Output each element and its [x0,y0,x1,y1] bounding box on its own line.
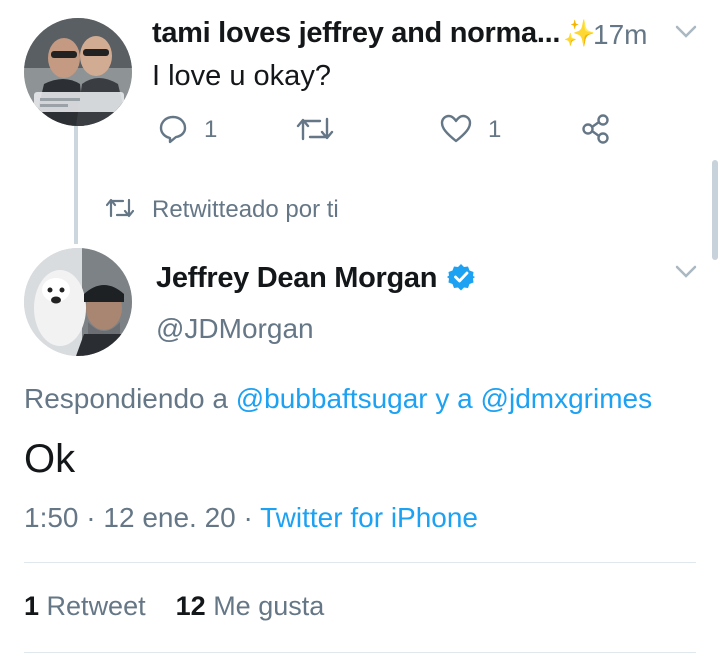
tweet-meta: 1:50 · 12 ene. 20 · Twitter for iPhone [24,502,478,534]
retweet-icon [105,196,135,225]
retweets-stat[interactable]: 1 Retweet [24,591,146,621]
retweets-label: Retweet [46,591,146,621]
heart-icon [440,114,472,149]
share-icon [580,114,610,149]
like-count: 1 [488,116,502,143]
tweet-time: 1:50 [24,502,79,533]
reply-joiner: y a [435,383,473,414]
reply-icon [158,114,188,149]
reply-count: 1 [204,116,218,143]
meta-separator: · [86,502,96,533]
scrollbar[interactable] [712,160,718,260]
likes-stat[interactable]: 12 Me gusta [176,591,325,621]
tweet-source-link[interactable]: Twitter for iPhone [260,502,478,533]
likes-count: 12 [175,591,206,621]
previous-tweet-text: I love u okay? [152,60,331,92]
previous-tweet-time: 17m [593,19,648,50]
avatar[interactable] [24,18,132,126]
chevron-down-icon[interactable] [674,264,698,285]
retweet-icon [296,114,334,149]
replying-prefix: Respondiendo a [24,383,228,414]
author-handle[interactable]: @JDMorgan [156,313,314,345]
retweets-count: 1 [24,591,40,621]
retweeted-by-label[interactable]: Retwitteado por ti [152,196,339,224]
meta-separator: · [243,502,253,533]
replying-to-line: Respondiendo a @bubbaftsugar y a @jdmxgr… [24,383,652,415]
mention-link[interactable]: @jdmxgrimes [481,383,653,414]
tweet-stats: 1 Retweet 12 Me gusta [24,591,324,622]
divider [24,562,696,563]
tweet-date: 12 ene. 20 [103,502,236,533]
chevron-down-icon[interactable] [674,24,698,45]
sparkle-emoji: ✨ [563,18,596,48]
previous-tweet-display-name[interactable]: tami loves jeffrey and norma... [152,17,560,50]
mention-link[interactable]: @bubbaftsugar [236,383,428,414]
thread-connector-line [74,126,78,244]
likes-label: Me gusta [213,591,325,621]
verified-badge-icon [447,263,475,296]
tweet-text: Ok [24,437,76,481]
avatar[interactable] [24,248,132,356]
divider [24,652,696,653]
author-display-name[interactable]: Jeffrey Dean Morgan [156,262,437,295]
